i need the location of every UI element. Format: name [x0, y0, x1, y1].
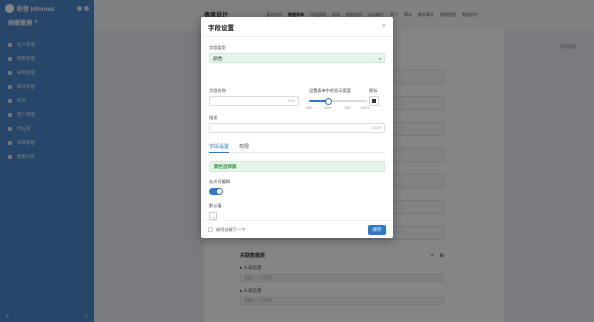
chevron-down-icon: ▾	[378, 55, 381, 61]
close-icon[interactable]: ×	[382, 23, 386, 30]
save-button[interactable]: 保存	[368, 224, 386, 235]
field-type-select[interactable]: 颜色 ▾	[209, 53, 385, 63]
slider-mark: 75%	[343, 106, 351, 110]
tab-permissions[interactable]: 权限	[239, 141, 249, 152]
slider-mark: 50%	[324, 106, 332, 110]
continue-create-label: 继续创建下一个	[216, 226, 246, 232]
toggle-knob	[217, 189, 222, 194]
default-color-picker[interactable]: —	[209, 212, 217, 220]
icon-label: 图标	[369, 88, 378, 93]
field-type-value: 颜色	[213, 56, 223, 62]
description-group: 描述 0/100	[209, 115, 385, 133]
slider-handle[interactable]	[324, 97, 332, 105]
dialog-body: 字段类型 颜色 ▾ 字段名称 0/30 设置表单中的显示宽度 25% 50% 7…	[201, 37, 393, 220]
slider-mark: 100%	[360, 106, 370, 110]
description-label: 描述	[209, 115, 218, 120]
field-type-label: 字段类型	[209, 45, 226, 50]
banner-text: 颜色选择器	[214, 163, 237, 169]
allow-edit-group: 允许可编辑	[209, 179, 230, 195]
description-input[interactable]: 0/100	[209, 123, 385, 133]
field-name-group: 字段名称 0/30	[209, 88, 299, 106]
field-type-group: 字段类型 颜色 ▾	[209, 45, 385, 63]
continue-create-checkbox[interactable]	[208, 227, 213, 232]
settings-tabs: 字段设置 权限	[209, 141, 385, 153]
field-settings-dialog: 字段设置 × 字段类型 颜色 ▾ 字段名称 0/30 设置表单中的显示宽度 25…	[201, 17, 393, 238]
field-name-input[interactable]: 0/30	[209, 96, 299, 106]
char-counter: 0/100	[371, 126, 381, 130]
icon-group: 图标	[369, 88, 385, 106]
allow-edit-toggle[interactable]	[209, 188, 223, 195]
slider-mark: 25%	[305, 106, 313, 110]
slider-marks: 25% 50% 75% 100%	[305, 106, 370, 111]
width-slider[interactable]	[309, 97, 367, 105]
width-label: 设置表单中的显示宽度	[309, 88, 351, 93]
dialog-header: 字段设置 ×	[201, 17, 393, 37]
icon-preview	[372, 99, 376, 103]
dialog-title: 字段设置	[208, 24, 234, 32]
allow-edit-label: 允许可编辑	[209, 179, 230, 184]
default-value-label: 默认值	[209, 203, 222, 208]
dialog-footer: 继续创建下一个 保存	[201, 220, 393, 238]
char-counter: 0/30	[287, 99, 295, 103]
default-value-group: 默认值 —	[209, 203, 222, 220]
field-type-banner: 颜色选择器	[209, 161, 385, 172]
field-name-label: 字段名称	[209, 88, 226, 93]
width-slider-group: 设置表单中的显示宽度 25% 50% 75% 100%	[305, 88, 370, 111]
tab-field-settings[interactable]: 字段设置	[209, 141, 230, 153]
icon-picker[interactable]	[369, 96, 379, 106]
